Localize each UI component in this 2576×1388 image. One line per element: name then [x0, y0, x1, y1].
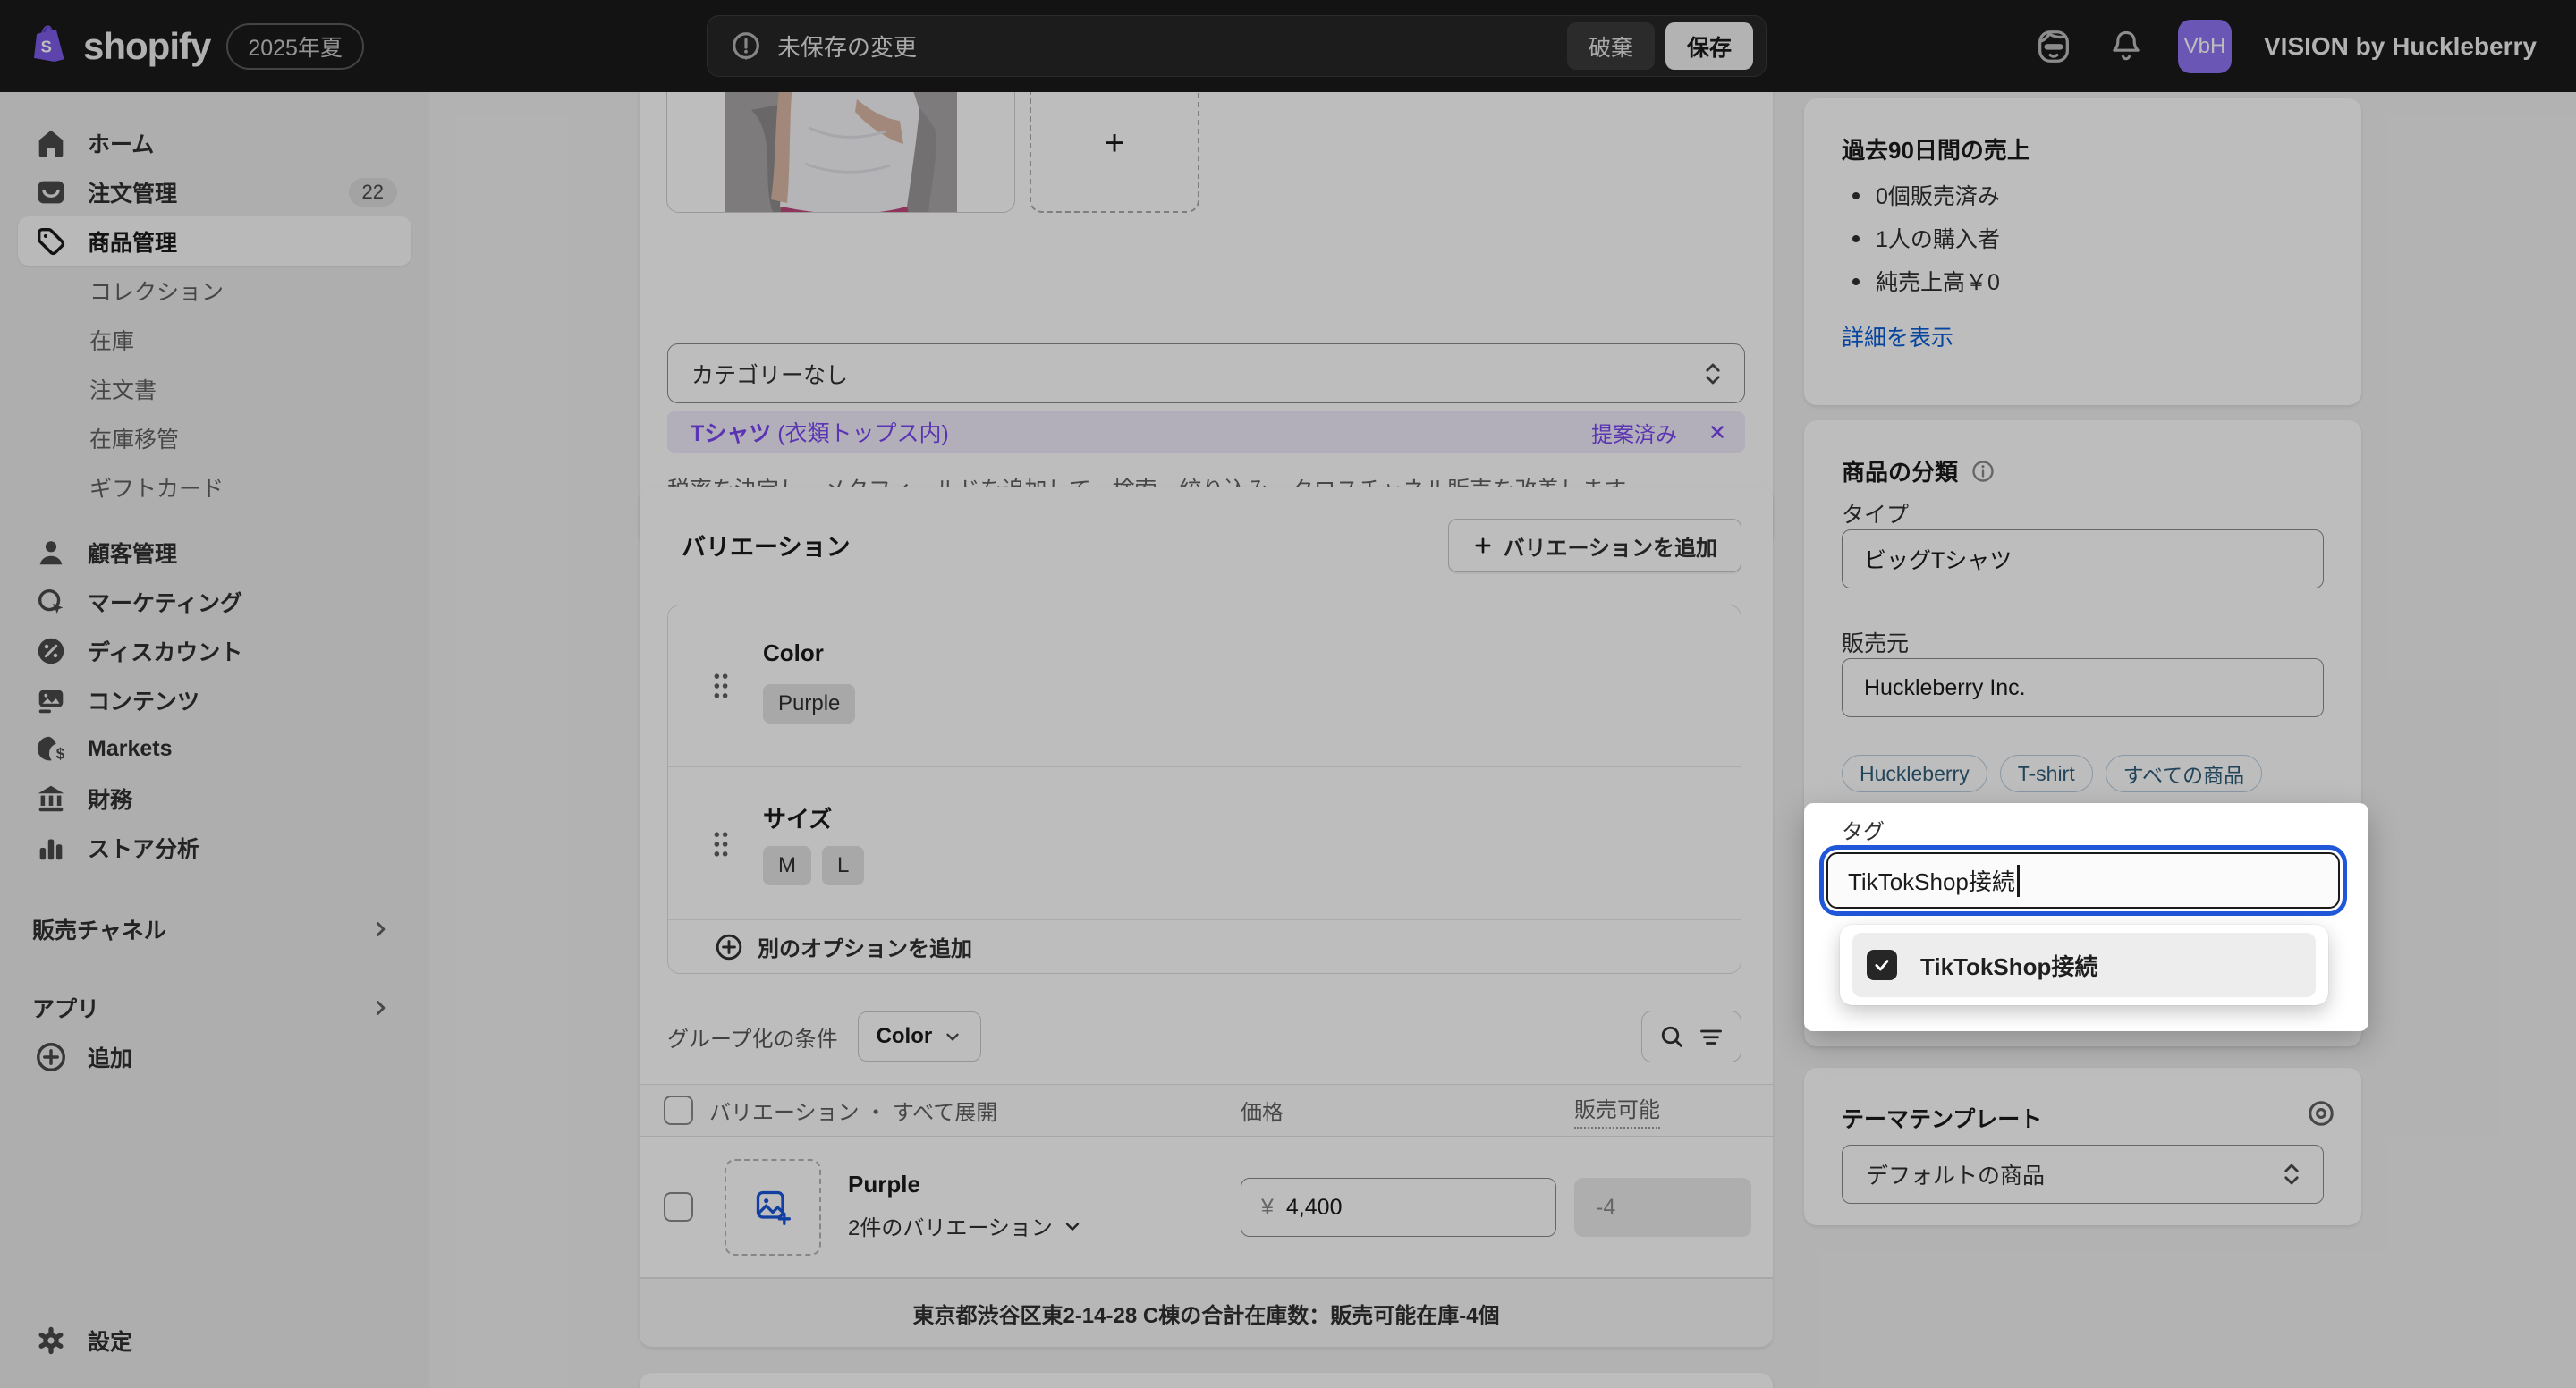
tag-option-row[interactable]: TikTokShop接続 [1852, 933, 2316, 997]
tag-option-label: TikTokShop接続 [1920, 949, 2097, 982]
shopify-admin-screen: + カテゴリー カテゴリーなし Tシャツ (衣類トップス内) 提案済み 税率を決… [0, 0, 2576, 1388]
dim-overlay [0, 0, 2576, 1388]
check-icon [1872, 955, 1892, 975]
tags-label: タグ [1842, 814, 1885, 845]
tags-input[interactable]: TikTokShop接続 [1826, 852, 2340, 909]
tags-dropdown: TikTokShop接続 [1840, 925, 2328, 1005]
text-cursor [2017, 865, 2020, 897]
tag-editor-spotlight: タグ TikTokShop接続 TikTokShop接続 [1804, 803, 2368, 1031]
tags-input-value: TikTokShop接続 [1848, 864, 2015, 897]
checked-checkbox[interactable] [1867, 950, 1897, 980]
